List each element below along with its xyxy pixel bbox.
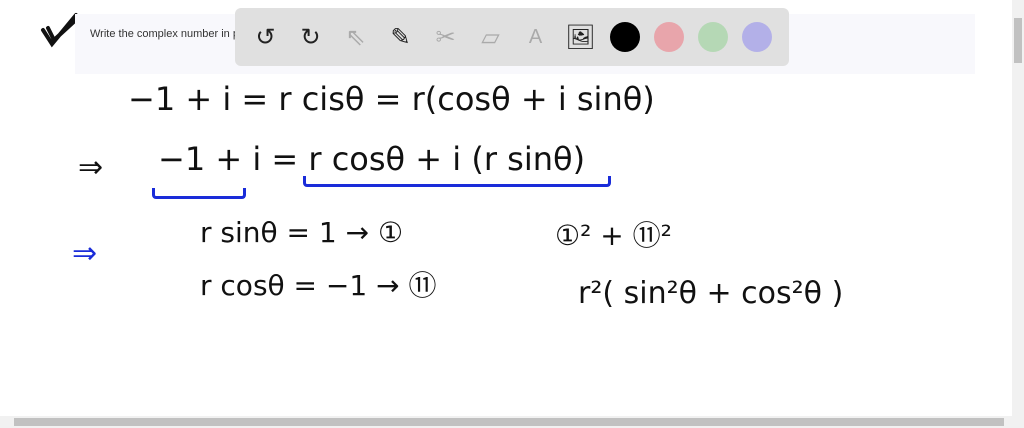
horizontal-scroll-thumb[interactable]: [14, 418, 1004, 426]
equation-1: r sinθ = 1 → ①: [200, 216, 404, 249]
logo-checkmark-icon: [40, 12, 80, 48]
text-tool-icon[interactable]: A: [513, 17, 558, 57]
color-black-button[interactable]: [610, 22, 640, 52]
underline-bracket-left: [152, 188, 246, 199]
color-red-button[interactable]: [654, 22, 684, 52]
tools-icon[interactable]: ✂: [423, 17, 468, 57]
implies-symbol: ⇒: [78, 150, 104, 185]
question-text: Write the complex number in po: [90, 28, 246, 40]
sum-of-squares: ①² + ⑪²: [555, 219, 672, 252]
pen-icon[interactable]: ✎: [378, 17, 423, 57]
result-expression: r²( sin²θ + cos²θ ): [578, 276, 844, 311]
horizontal-scrollbar[interactable]: [0, 416, 1024, 428]
vertical-scrollbar[interactable]: [1012, 0, 1024, 416]
select-pointer-icon[interactable]: ⇖: [333, 17, 378, 57]
eraser-icon[interactable]: ▱: [468, 17, 513, 57]
drawing-toolbar: ↺ ↻ ⇖ ✎ ✂ ▱ A 🖼: [235, 8, 789, 66]
vertical-scroll-thumb[interactable]: [1014, 18, 1022, 63]
work-line-1: −1 + i = r cisθ = r(cosθ + i sinθ): [128, 80, 655, 118]
color-green-button[interactable]: [698, 22, 728, 52]
color-purple-button[interactable]: [742, 22, 772, 52]
work-line-2: −1 + i = r cosθ + i (r sinθ): [158, 140, 586, 178]
implies-symbol-blue: ⇒: [72, 236, 98, 271]
underline-bracket-right: [303, 176, 611, 187]
equation-2: r cosθ = −1 → ⑪: [200, 269, 437, 302]
redo-icon[interactable]: ↻: [288, 17, 333, 57]
image-icon[interactable]: 🖼: [558, 17, 603, 57]
undo-icon[interactable]: ↺: [243, 17, 288, 57]
